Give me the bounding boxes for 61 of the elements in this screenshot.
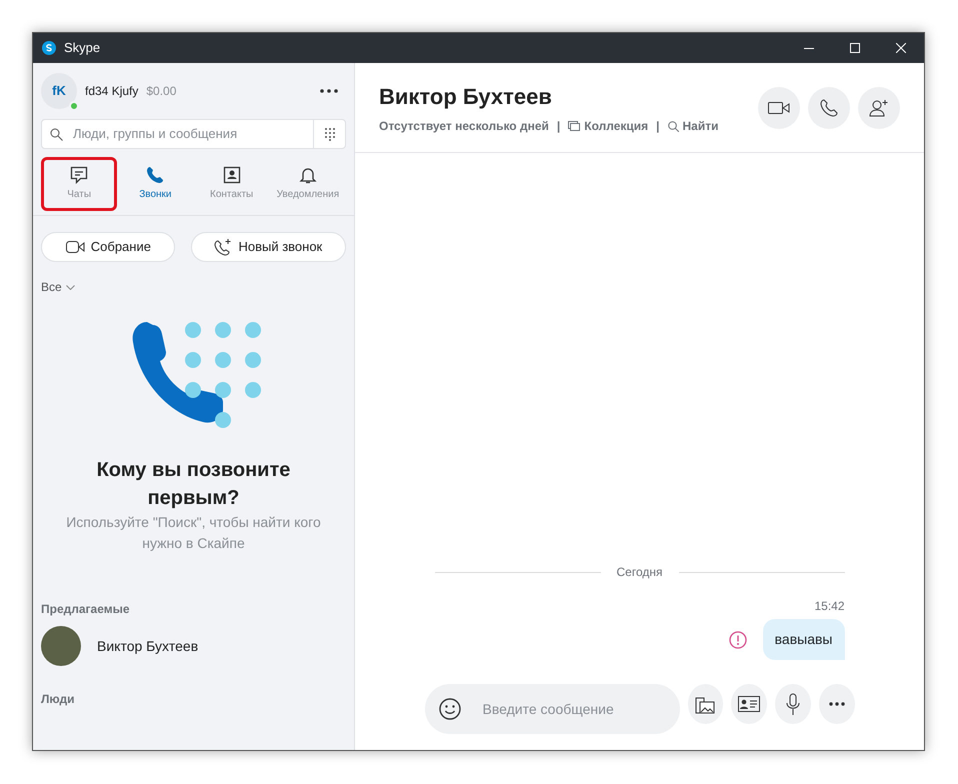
maximize-icon	[850, 43, 860, 53]
add-person-icon	[869, 98, 889, 116]
contact-name: Виктор Бухтеев	[379, 83, 553, 111]
microphone-button[interactable]	[775, 684, 811, 724]
skype-logo-icon	[42, 41, 56, 55]
more-options-icon	[828, 702, 845, 706]
photo-placeholder	[41, 626, 81, 666]
gallery-icon	[568, 121, 580, 131]
add-call-icon	[214, 238, 232, 256]
window-title: Skype	[64, 39, 100, 58]
avatar-initials: fK	[52, 82, 66, 100]
contact-card-icon	[738, 696, 760, 712]
search-input[interactable]: Люди, группы и сообщения	[71, 123, 313, 145]
message-input[interactable]: Введите сообщение	[480, 698, 666, 720]
user-avatar[interactable]: fK	[41, 73, 77, 109]
tab[interactable]: Уведомления	[270, 157, 346, 211]
section-title: Люди	[40, 691, 76, 708]
separator: |	[656, 118, 660, 135]
header-link[interactable]: Коллекция	[568, 117, 648, 135]
more-options-button[interactable]	[818, 684, 854, 724]
video-camera-icon	[768, 100, 790, 114]
header-link[interactable]: Найти	[668, 117, 718, 135]
contact-card-button[interactable]	[731, 684, 767, 724]
separator: |	[556, 118, 560, 135]
tab[interactable]: Контакты	[194, 157, 270, 211]
account-balance: $0.00	[146, 83, 176, 100]
more-options-icon[interactable]	[320, 89, 338, 93]
dialpad-icon[interactable]	[324, 128, 334, 140]
search-icon	[50, 128, 63, 140]
error-icon[interactable]	[728, 630, 747, 648]
message-time: 15:42	[814, 598, 844, 615]
close-icon	[896, 43, 906, 53]
filter-dropdown[interactable]: Все	[41, 278, 62, 296]
video-call-button[interactable]	[758, 86, 800, 128]
emoji-icon[interactable]	[438, 698, 460, 720]
tab[interactable]: Чаты	[41, 157, 118, 211]
bell-icon	[298, 166, 317, 184]
search-field[interactable]: Люди, группы и сообщения	[41, 119, 346, 149]
chat-bubble-icon	[70, 166, 88, 184]
phone-icon	[146, 166, 164, 184]
message-bubble: вавыавы	[762, 619, 844, 660]
contact-list-item[interactable]: Виктор Бухтеев	[33, 618, 354, 674]
microphone-icon	[786, 693, 800, 715]
empty-state-heading: Кому вы позвоните первым?	[96, 458, 292, 511]
section-title: Предлагаемые	[40, 601, 131, 618]
message-field[interactable]: Введите сообщение	[424, 684, 680, 734]
chevron-down-icon[interactable]	[66, 284, 75, 290]
action-button[interactable]: Собрание	[41, 232, 175, 262]
date-divider: Сегодня	[616, 564, 662, 581]
audio-call-button[interactable]	[808, 86, 850, 128]
contact-card-icon	[222, 166, 241, 184]
media-button[interactable]	[688, 684, 724, 724]
profile-name: fd34 Kjufy	[85, 83, 138, 100]
tab[interactable]: Звонки	[117, 157, 194, 211]
video-camera-icon	[64, 239, 85, 255]
search-icon	[668, 120, 678, 132]
status-text: Отсутствует несколько дней	[379, 118, 549, 135]
action-button[interactable]: Новый звонок	[190, 232, 346, 262]
empty-state-text: Используйте "Поиск", чтобы найти кого нужно в Скайпе	[65, 513, 322, 553]
phone-icon	[820, 98, 838, 116]
add-person-button[interactable]	[858, 86, 900, 128]
